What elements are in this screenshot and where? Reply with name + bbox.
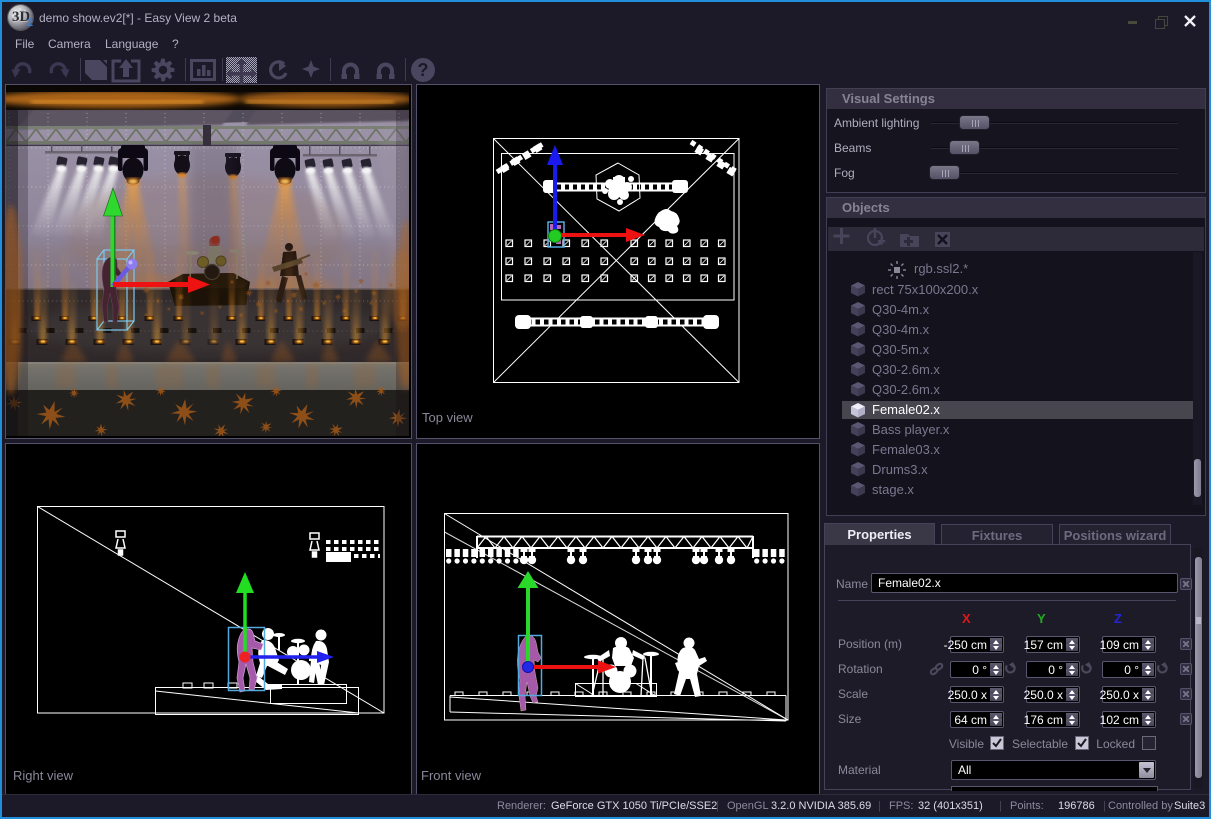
svg-text:?: ? xyxy=(418,60,429,80)
svg-text:Front view: Front view xyxy=(421,768,482,783)
svg-text:Right view: Right view xyxy=(13,768,74,783)
svg-text:Top view: Top view xyxy=(422,410,473,425)
